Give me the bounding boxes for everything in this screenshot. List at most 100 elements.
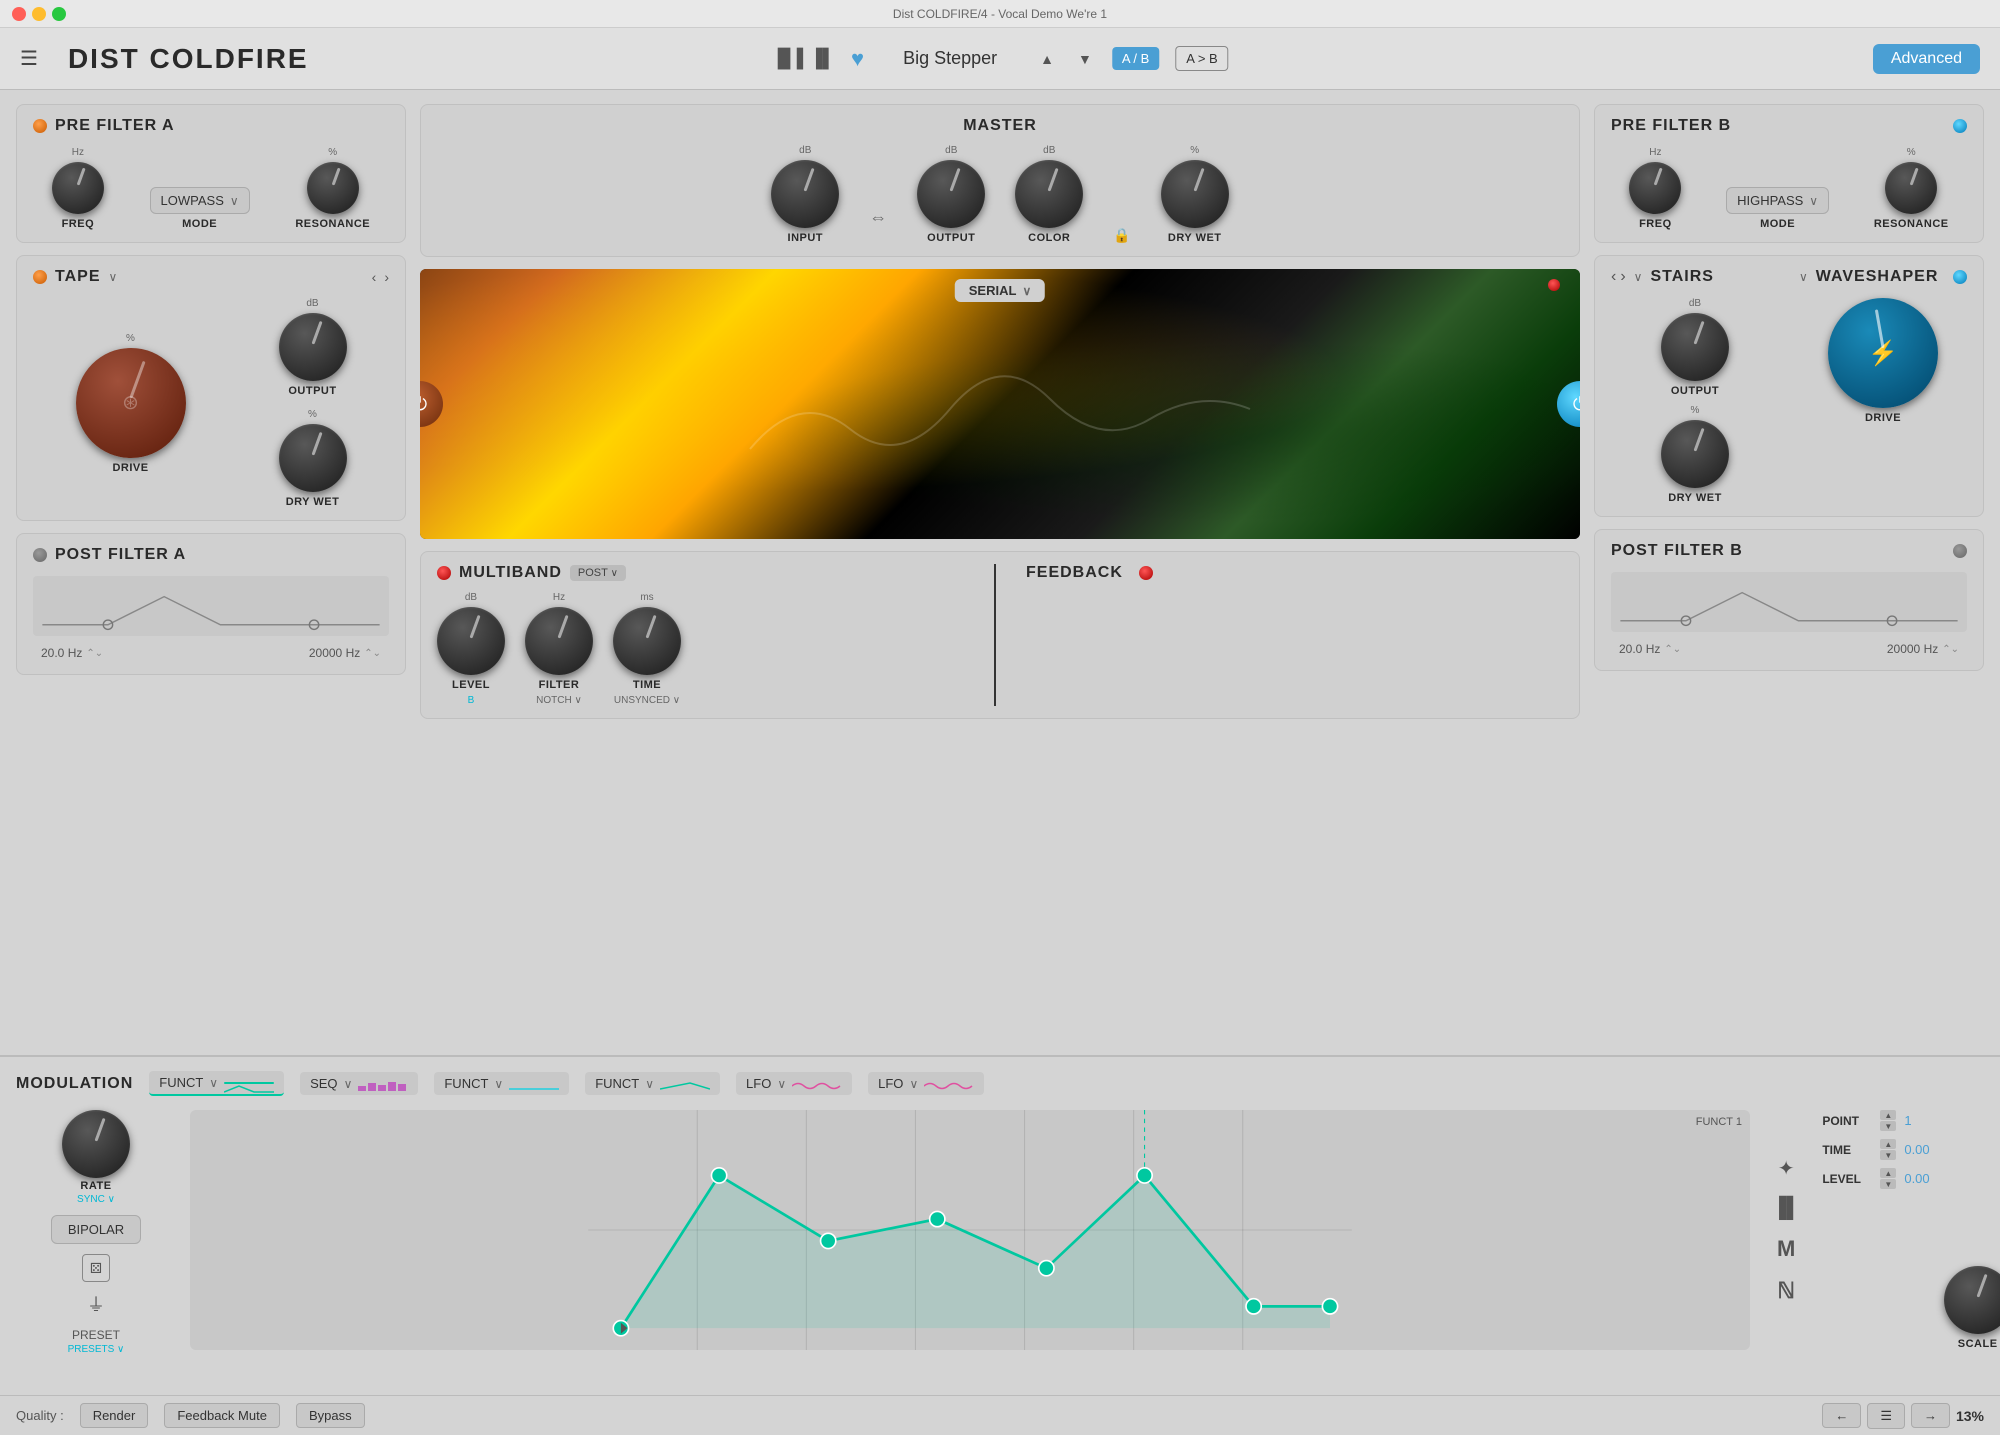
undo-button[interactable]: ← [1822,1403,1861,1428]
tape-nav-right[interactable]: › [384,269,389,285]
tape-drive-knob[interactable]: ⊛ [76,348,186,458]
post-filter-a-dot[interactable] [33,548,47,562]
mode-a-selector[interactable]: LOWPASS ∨ [150,187,250,214]
serial-selector[interactable]: SERIAL ∨ [955,279,1045,302]
magnet-icon[interactable]: ⏚ [82,1290,110,1318]
level-down-button[interactable]: ▼ [1880,1179,1896,1189]
multiband-level-group: dB LEVEL B [437,592,505,706]
favorite-button[interactable]: ♥ [851,46,864,72]
modulation-graph-area[interactable]: FUNCT 1 [190,1110,1750,1350]
master-input-knob[interactable] [771,160,839,228]
post-filter-b-dot[interactable] [1953,544,1967,558]
advanced-button[interactable]: Advanced [1873,44,1980,74]
tape-nav-left[interactable]: ‹ [372,269,377,285]
mod-tab-seq[interactable]: SEQ ∨ [300,1072,418,1095]
minimize-button[interactable] [32,7,46,21]
stairs-expand-icon[interactable]: ∨ [1634,270,1643,284]
bipolar-button[interactable]: BIPOLAR [51,1215,141,1244]
post-filter-a-graph[interactable] [33,576,389,636]
multiband-time-sub[interactable]: UNSYNCED [614,695,680,706]
resonance-b-knob[interactable] [1885,162,1937,214]
level-stepper[interactable]: ▲ ▼ [1880,1168,1896,1189]
post-filter-b-low-stepper[interactable]: ⌃⌄ [1664,644,1681,655]
pre-filter-b-header: PRE FILTER B [1611,117,1967,135]
lfo1-mini-graph [792,1079,842,1089]
waveshaper-dot[interactable] [1953,270,1967,284]
sync-label[interactable]: SYNC [77,1194,115,1205]
master-color-group: dB COLOR [1015,145,1083,244]
point-up-button[interactable]: ▲ [1880,1110,1896,1120]
stairs-header: ‹ › ∨ STAIRS [1611,268,1779,286]
link-icon[interactable]: ⇔ [869,207,887,244]
mod-tab-lfo2[interactable]: LFO ∨ [868,1072,984,1095]
post-filter-a-high-stepper[interactable]: ⌃⌄ [364,648,381,659]
presets-mod-button[interactable]: PRESETS [68,1344,125,1355]
close-button[interactable] [12,7,26,21]
master-output-knob[interactable] [917,160,985,228]
time-down-button[interactable]: ▼ [1880,1150,1896,1160]
tape-expand-icon[interactable]: ∨ [108,270,117,284]
multiband-time-knob[interactable] [613,607,681,675]
curve-n-icon[interactable]: ℕ [1773,1274,1799,1308]
ab-copy-button[interactable]: A > B [1175,46,1228,71]
ab-button[interactable]: A / B [1112,47,1159,70]
add-point-icon[interactable]: ✦ [1774,1152,1799,1185]
mod-tab-funct3[interactable]: FUNCT ∨ [585,1072,720,1095]
level-up-button[interactable]: ▲ [1880,1168,1896,1178]
pre-filter-a-status-dot[interactable] [33,119,47,133]
mode-b-group: HIGHPASS ∨ MODE [1726,187,1829,230]
tape-status-dot[interactable] [33,270,47,284]
stairs-output-knob[interactable] [1661,313,1729,381]
master-input-group: dB INPUT [771,145,839,244]
bar-chart-icon[interactable]: ▐▌ [1768,1193,1804,1224]
window-controls[interactable] [12,7,66,21]
mod-tab-funct1[interactable]: FUNCT ∨ [149,1071,284,1096]
master-color-knob[interactable] [1015,160,1083,228]
maximize-button[interactable] [52,7,66,21]
post-filter-b-high-stepper[interactable]: ⌃⌄ [1942,644,1959,655]
multiband-level-knob[interactable] [437,607,505,675]
point-stepper[interactable]: ▲ ▼ [1880,1110,1896,1131]
multiband-post[interactable]: POST [570,565,626,581]
post-filter-a-low-stepper[interactable]: ⌃⌄ [86,648,103,659]
render-button[interactable]: Render [80,1403,149,1428]
tape-output-knob[interactable] [279,313,347,381]
feedback-dot[interactable] [1139,566,1153,580]
bypass-button[interactable]: Bypass [296,1403,365,1428]
waveshaper-drive-knob[interactable]: ⚡ [1828,298,1938,408]
multiband-dot[interactable] [437,566,451,580]
mode-b-selector[interactable]: HIGHPASS ∨ [1726,187,1829,214]
mod-tab-funct2[interactable]: FUNCT ∨ [434,1072,569,1095]
resonance-a-knob[interactable] [307,162,359,214]
menu-icon[interactable]: ☰ [20,46,38,71]
dice-icon[interactable]: ⚄ [82,1254,110,1282]
time-stepper[interactable]: ▲ ▼ [1880,1139,1896,1160]
waveshaper-expand[interactable]: ∨ [1799,270,1808,284]
prev-preset-button[interactable]: ▲ [1036,49,1058,69]
lock-icon[interactable]: 🔒 [1113,223,1130,244]
freq-b-knob[interactable] [1629,162,1681,214]
curve-m-icon[interactable]: M [1773,1232,1799,1266]
multiband-filter-knob[interactable] [525,607,593,675]
tape-header: TAPE ∨ ‹ › [33,268,389,286]
stairs-nav-right[interactable]: › [1620,268,1625,286]
post-filter-b-graph[interactable] [1611,572,1967,632]
next-preset-button[interactable]: ▼ [1074,49,1096,69]
stairs-nav-left[interactable]: ‹ [1611,268,1616,286]
multiband-filter-sub[interactable]: NOTCH [536,695,582,706]
scale-knob[interactable] [1944,1266,2000,1334]
scale-label: SCALE [1958,1338,1998,1350]
pre-filter-b-dot[interactable] [1953,119,1967,133]
freq-a-knob[interactable] [52,162,104,214]
point-down-button[interactable]: ▼ [1880,1121,1896,1131]
master-drywet-knob[interactable] [1161,160,1229,228]
time-up-button[interactable]: ▲ [1880,1139,1896,1149]
mod-tab-lfo1[interactable]: LFO ∨ [736,1072,852,1095]
tape-drywet-knob[interactable] [279,424,347,492]
menu-dots-button[interactable]: ☰ [1867,1403,1905,1429]
redo-button[interactable]: → [1911,1403,1950,1428]
rate-knob[interactable] [62,1110,130,1178]
levels-icon: ▐▌▌▐▌ [771,48,835,69]
feedback-mute-button[interactable]: Feedback Mute [164,1403,280,1428]
stairs-drywet-knob[interactable] [1661,420,1729,488]
